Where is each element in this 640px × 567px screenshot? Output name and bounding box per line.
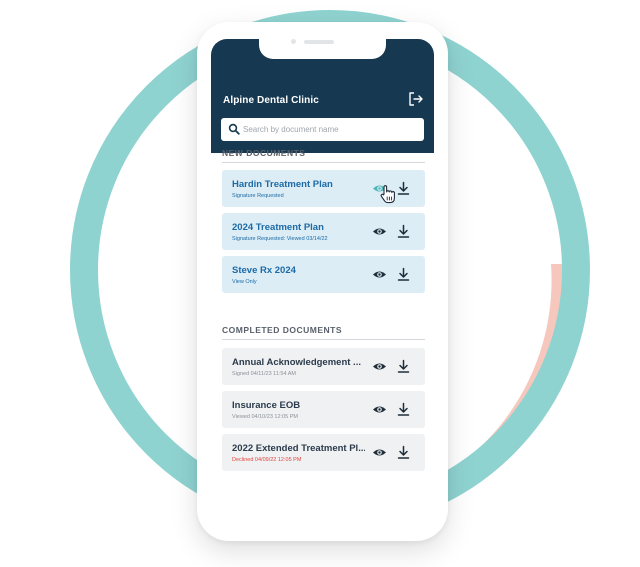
document-card-completed[interactable]: 2022 Extended Treatment Pl... Declined 0… [222,434,425,471]
document-card-completed[interactable]: Insurance EOB Viewed 04/10/23 12:05 PM [222,391,425,428]
speaker-slot [304,39,334,44]
document-title: Hardin Treatment Plan [232,179,333,190]
document-title: 2024 Treatment Plan [232,222,324,233]
search-bar[interactable] [221,118,424,141]
phone-frame: Alpine Dental Clinic NEW DOCUMENTS Hardi… [197,22,448,541]
document-title: 2022 Extended Treatment Pl... [232,443,365,454]
hand-pointer-cursor [379,184,397,204]
completed-documents-divider [222,339,425,340]
document-title: Annual Acknowledgement ... [232,357,361,368]
document-title: Insurance EOB [232,400,301,411]
eye-icon[interactable] [372,267,387,282]
eye-icon[interactable] [372,359,387,374]
download-icon[interactable] [396,402,411,417]
eye-icon[interactable] [372,402,387,417]
logout-icon[interactable] [407,90,425,108]
download-icon[interactable] [396,445,411,460]
download-icon[interactable] [396,224,411,239]
document-status-declined: Declined 04/09/22 12:05 PM [232,457,302,463]
document-card-new[interactable]: 2024 Treatment Plan Signature Requested:… [222,213,425,250]
eye-icon[interactable] [372,224,387,239]
document-status: Viewed 04/10/23 12:05 PM [232,414,298,420]
download-icon[interactable] [396,359,411,374]
document-card-completed[interactable]: Annual Acknowledgement ... Signed 04/11/… [222,348,425,385]
document-card-new[interactable]: Steve Rx 2024 View Only [222,256,425,293]
document-card-new[interactable]: Hardin Treatment Plan Signature Requeste… [222,170,425,207]
phone-notch-sensors [291,39,334,44]
eye-icon[interactable] [372,445,387,460]
download-icon[interactable] [396,181,411,196]
download-icon[interactable] [396,267,411,282]
document-status: View Only [232,279,257,285]
app-title: Alpine Dental Clinic [223,95,319,106]
completed-documents-heading: COMPLETED DOCUMENTS [222,325,342,335]
search-icon [228,123,240,135]
new-documents-heading: NEW DOCUMENTS [222,148,306,158]
document-status: Signature Requested [232,193,284,199]
document-title: Steve Rx 2024 [232,265,296,276]
document-status: Signed 04/11/23 11:54 AM [232,371,297,377]
search-input[interactable] [243,121,413,138]
new-documents-divider [222,162,425,163]
camera-dot [291,39,296,44]
document-status: Signature Requested: Viewed 03/14/22 [232,236,328,242]
app-header: Alpine Dental Clinic [211,39,434,153]
